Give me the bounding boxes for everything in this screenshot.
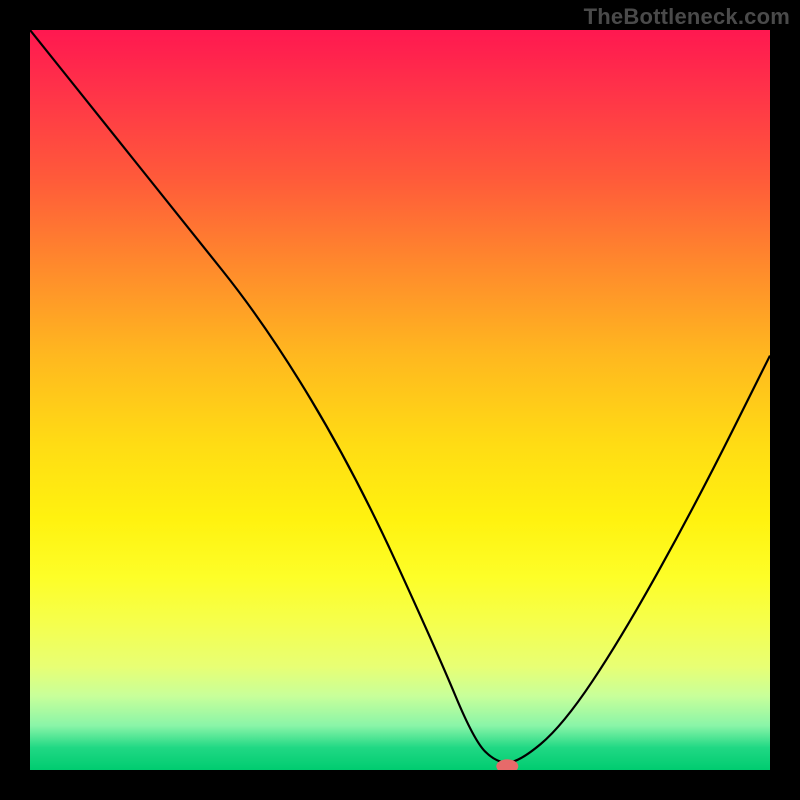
chart-svg <box>30 30 770 770</box>
plot-area <box>30 30 770 770</box>
watermark-text: TheBottleneck.com <box>584 4 790 30</box>
chart-frame: TheBottleneck.com <box>0 0 800 800</box>
bottleneck-curve <box>30 30 770 763</box>
